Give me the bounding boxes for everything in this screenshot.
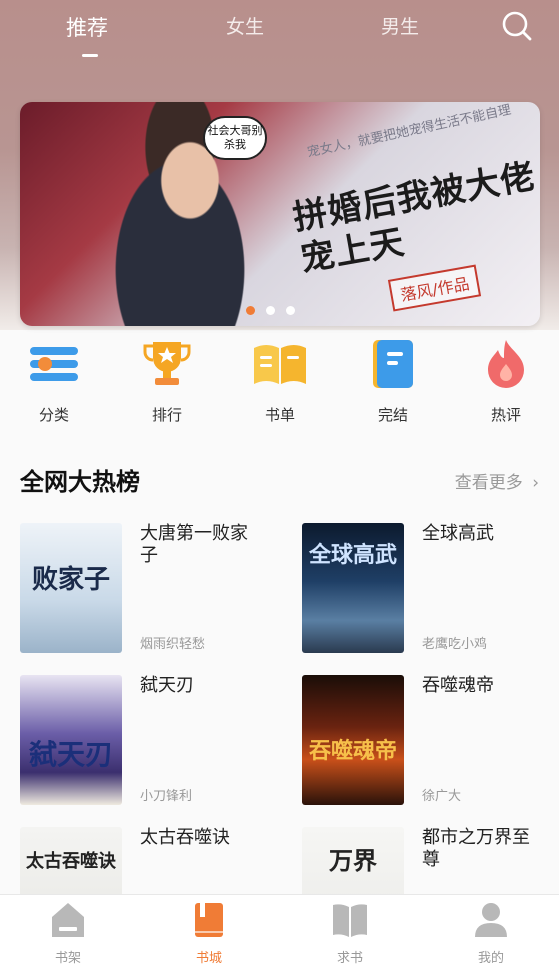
book-title: 大唐第一败家子	[140, 523, 248, 566]
user-icon	[475, 903, 507, 937]
shortcut-label: 分类	[38, 406, 69, 424]
cover-title: 败家子	[31, 565, 110, 595]
book-author: 老鹰吃小鸡	[422, 637, 488, 652]
banner-title: 拼婚后我被大佬宠上天	[290, 156, 539, 280]
book-card[interactable]: 全球高武 全球高武 老鹰吃小鸡	[302, 523, 559, 653]
nav-label: 求书	[336, 951, 363, 966]
book-cover: 败家子	[20, 523, 122, 653]
book-cover: 弑天刃	[20, 675, 122, 805]
book-title: 都市之万界至尊	[422, 827, 530, 870]
shortcut-label: 排行	[151, 406, 182, 424]
book-title: 全球高武	[422, 523, 494, 544]
open-book-nav-icon	[333, 904, 367, 937]
category-shortcuts: 分类 排行 书单 完结 热评	[0, 338, 559, 428]
book-author: 小刀锋利	[140, 789, 193, 804]
book-cover: 全球高武	[302, 523, 404, 653]
flame-icon	[488, 340, 524, 388]
nav-profile[interactable]: 我的	[451, 901, 531, 966]
tab-female[interactable]: 女生	[226, 12, 264, 39]
nav-request-book[interactable]: 求书	[310, 901, 390, 966]
view-more-label: 查看更多	[454, 473, 523, 493]
chevron-right-icon: ›	[532, 473, 539, 493]
book-title: 弑天刃	[140, 675, 194, 696]
nav-label: 书架	[54, 951, 81, 966]
tab-active-indicator	[82, 54, 98, 57]
nav-label: 我的	[477, 951, 504, 966]
cover-title: 吞噬魂帝	[308, 739, 397, 764]
cover-title: 弑天刃	[28, 738, 113, 771]
shortcut-ranking[interactable]: 排行	[127, 338, 207, 425]
search-icon[interactable]	[501, 10, 533, 42]
pagination-dot	[266, 306, 275, 315]
pagination-dot	[286, 306, 295, 315]
bookshelf-icon	[52, 903, 84, 937]
book-cover: 吞噬魂帝	[302, 675, 404, 805]
nav-bookshelf[interactable]: 书架	[28, 901, 108, 966]
shortcut-finished[interactable]: 完结	[353, 338, 433, 425]
trophy-icon	[143, 342, 191, 385]
shortcut-category[interactable]: 分类	[14, 338, 94, 425]
cover-title: 全球高武	[308, 543, 397, 568]
cover-title: 万界	[329, 847, 377, 875]
cover-title: 太古吞噬诀	[26, 851, 116, 872]
nav-label: 书城	[195, 951, 222, 966]
shortcut-label: 热评	[490, 406, 521, 424]
tab-recommend[interactable]: 推荐	[66, 12, 108, 42]
pagination-dot-active	[246, 306, 255, 315]
book-author: 徐广大	[422, 789, 462, 804]
book-title: 吞噬魂帝	[422, 675, 494, 696]
open-book-icon	[254, 345, 306, 384]
shortcut-hot-comments[interactable]: 热评	[466, 338, 546, 425]
shortcut-booklist[interactable]: 书单	[240, 338, 320, 425]
promo-banner[interactable]: 社会大哥别杀我 宠女人，就要把她宠得生活不能自理 拼婚后我被大佬宠上天 落风/作…	[20, 102, 540, 326]
bookstore-icon	[195, 903, 223, 937]
top-tabs: 推荐 女生 男生	[0, 0, 559, 80]
book-card[interactable]: 吞噬魂帝 吞噬魂帝 徐广大	[302, 675, 559, 805]
shortcut-label: 书单	[264, 406, 295, 424]
shortcut-label: 完结	[377, 406, 408, 424]
finished-book-icon	[373, 340, 413, 388]
tab-male[interactable]: 男生	[381, 12, 419, 39]
banner-author: 落风/作品	[387, 264, 482, 312]
category-list-icon	[30, 347, 78, 381]
book-card[interactable]: 败家子 大唐第一败家子 烟雨织轻愁	[20, 523, 280, 653]
book-author: 烟雨织轻愁	[140, 637, 206, 652]
banner-speech-bubble: 社会大哥别杀我	[203, 116, 267, 160]
book-title: 太古吞噬诀	[140, 827, 230, 848]
bottom-navigation: 书架 书城 求书 我的	[0, 894, 559, 968]
section-title: 全网大热榜	[20, 468, 140, 496]
view-more-link[interactable]: 查看更多 ›	[455, 468, 539, 493]
book-card[interactable]: 弑天刃 弑天刃 小刀锋利	[20, 675, 280, 805]
banner-subtitle: 宠女人，就要把她宠得生活不能自理	[305, 102, 513, 161]
nav-bookstore[interactable]: 书城	[169, 901, 249, 966]
